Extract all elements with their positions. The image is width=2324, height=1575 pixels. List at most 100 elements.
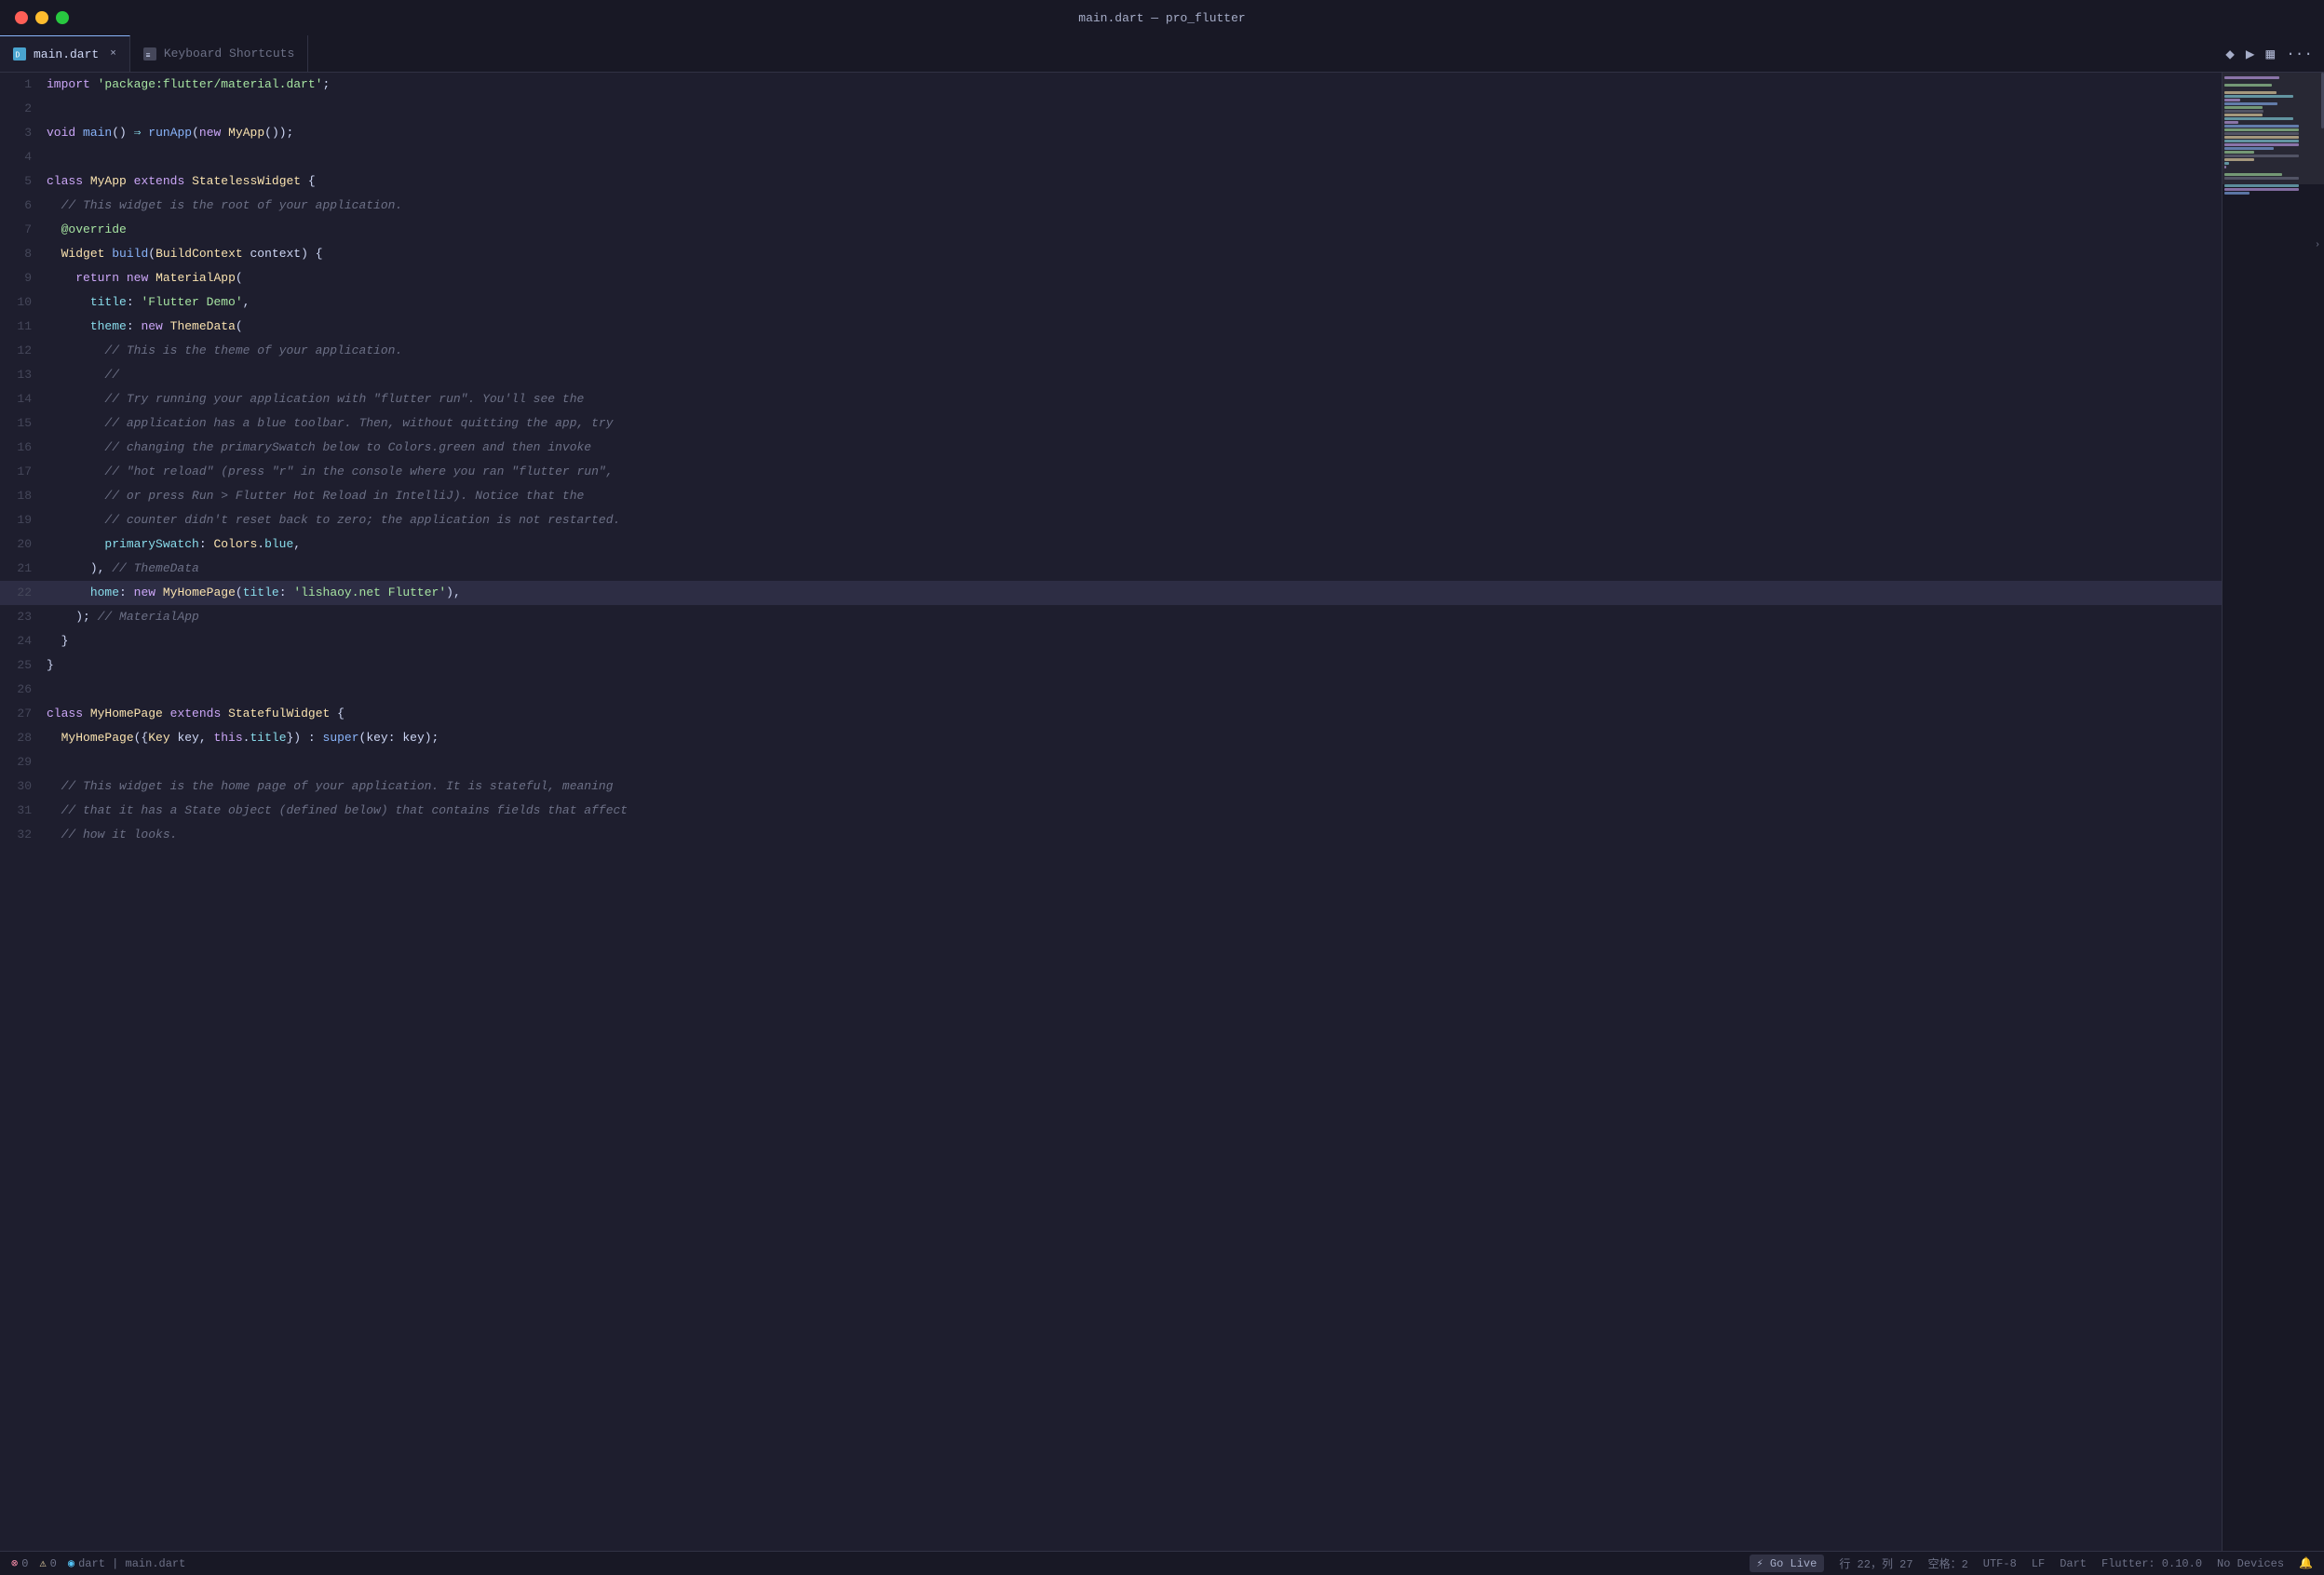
- line-content-4: [47, 145, 2203, 169]
- status-devices[interactable]: No Devices: [2217, 1557, 2284, 1570]
- line-content-31: // that it has a State object (defined b…: [47, 799, 2203, 823]
- status-branch[interactable]: ◉ dart | main.dart: [68, 1556, 185, 1570]
- code-line-1: 1import 'package:flutter/material.dart';: [0, 73, 2222, 97]
- minimap-line: [2224, 95, 2293, 98]
- code-line-19: 19 // counter didn't reset back to zero;…: [0, 508, 2222, 532]
- minimap-line: [2224, 136, 2299, 139]
- minimap-line: [2224, 99, 2240, 101]
- maximize-button[interactable]: [56, 11, 69, 24]
- code-line-21: 21 ), // ThemeData: [0, 557, 2222, 581]
- minimap-line: [2224, 102, 2277, 105]
- minimap-line: [2224, 91, 2277, 94]
- spaces-label: 空格：2: [1928, 1555, 1968, 1571]
- minimize-button[interactable]: [35, 11, 48, 24]
- tab-label-main-dart: main.dart: [34, 47, 99, 61]
- bell-icon: 🔔: [2299, 1556, 2313, 1570]
- dart-file-icon: D: [13, 47, 26, 61]
- editor-wrapper: 1import 'package:flutter/material.dart';…: [0, 73, 2324, 1551]
- line-number-9: 9: [0, 266, 47, 290]
- line-number-20: 20: [0, 532, 47, 557]
- line-number-4: 4: [0, 145, 47, 169]
- run-icon[interactable]: ▶: [2246, 45, 2255, 63]
- more-icon[interactable]: ···: [2286, 46, 2313, 62]
- line-number-23: 23: [0, 605, 47, 629]
- status-spaces[interactable]: 空格：2: [1928, 1555, 1968, 1571]
- git-icon[interactable]: ◆: [2225, 45, 2235, 63]
- title-bar: main.dart — pro_flutter: [0, 0, 2324, 35]
- minimap-line: [2224, 106, 2263, 109]
- line-number-12: 12: [0, 339, 47, 363]
- line-number-15: 15: [0, 411, 47, 436]
- line-number-13: 13: [0, 363, 47, 387]
- close-button[interactable]: [15, 11, 28, 24]
- minimap-line: [2224, 110, 2263, 113]
- encoding-label: UTF-8: [1983, 1557, 2017, 1570]
- language-label: Dart: [2060, 1557, 2087, 1570]
- status-bar: ⊗ 0 ⚠ 0 ◉ dart | main.dart ⚡ Go Live 行 2…: [0, 1551, 2324, 1575]
- status-line-ending[interactable]: LF: [2032, 1557, 2045, 1570]
- code-line-12: 12 // This is the theme of your applicat…: [0, 339, 2222, 363]
- line-content-28: MyHomePage({Key key, this.title}) : supe…: [47, 726, 2203, 750]
- line-number-24: 24: [0, 629, 47, 653]
- status-language[interactable]: Dart: [2060, 1557, 2087, 1570]
- minimap-line: [2224, 76, 2279, 79]
- line-number-18: 18: [0, 484, 47, 508]
- code-line-2: 2: [0, 97, 2222, 121]
- code-line-15: 15 // application has a blue toolbar. Th…: [0, 411, 2222, 436]
- code-line-16: 16 // changing the primarySwatch below t…: [0, 436, 2222, 460]
- dart-icon: ◉: [68, 1556, 74, 1570]
- go-live-button[interactable]: ⚡ Go Live: [1750, 1555, 1825, 1572]
- minimap-line: [2224, 132, 2299, 135]
- status-flutter-version[interactable]: Flutter: 0.10.0: [2101, 1557, 2202, 1570]
- line-content-6: // This widget is the root of your appli…: [47, 194, 2203, 218]
- minimap-line: [2224, 125, 2299, 128]
- status-bell[interactable]: 🔔: [2299, 1556, 2313, 1570]
- minimap[interactable]: ›: [2222, 73, 2324, 1551]
- code-editor[interactable]: 1import 'package:flutter/material.dart';…: [0, 73, 2222, 1551]
- code-line-30: 30 // This widget is the home page of yo…: [0, 774, 2222, 799]
- code-line-32: 32 // how it looks.: [0, 823, 2222, 847]
- code-line-14: 14 // Try running your application with …: [0, 387, 2222, 411]
- tab-label-keyboard-shortcuts: Keyboard Shortcuts: [164, 47, 294, 61]
- status-encoding[interactable]: UTF-8: [1983, 1557, 2017, 1570]
- code-line-25: 25}: [0, 653, 2222, 678]
- code-line-17: 17 // "hot reload" (press "r" in the con…: [0, 460, 2222, 484]
- tab-main-dart[interactable]: D main.dart ×: [0, 35, 130, 72]
- minimap-line: [2224, 143, 2299, 146]
- code-line-29: 29: [0, 750, 2222, 774]
- tab-close-main-dart[interactable]: ×: [110, 48, 116, 60]
- status-warnings[interactable]: ⚠ 0: [39, 1556, 56, 1570]
- line-number-11: 11: [0, 315, 47, 339]
- code-line-5: 5class MyApp extends StatelessWidget {: [0, 169, 2222, 194]
- line-content-8: Widget build(BuildContext context) {: [47, 242, 2203, 266]
- minimap-line: [2224, 184, 2299, 187]
- tab-keyboard-shortcuts[interactable]: ≡ Keyboard Shortcuts: [130, 35, 308, 72]
- code-line-11: 11 theme: new ThemeData(: [0, 315, 2222, 339]
- status-position[interactable]: 行 22，列 27: [1839, 1555, 1912, 1571]
- minimap-line: [2224, 128, 2299, 131]
- line-number-30: 30: [0, 774, 47, 799]
- minimap-line: [2224, 173, 2282, 176]
- error-count: 0: [21, 1557, 28, 1570]
- line-content-26: [47, 678, 2203, 702]
- line-ending-label: LF: [2032, 1557, 2045, 1570]
- minimap-arrow-down[interactable]: ›: [2315, 240, 2320, 250]
- code-line-28: 28 MyHomePage({Key key, this.title}) : s…: [0, 726, 2222, 750]
- window-title: main.dart — pro_flutter: [1078, 11, 1245, 25]
- branch-label: dart | main.dart: [78, 1557, 185, 1570]
- line-number-6: 6: [0, 194, 47, 218]
- minimap-line: [2224, 117, 2293, 120]
- minimap-line: [2224, 114, 2263, 116]
- layout-icon[interactable]: ▦: [2266, 45, 2276, 63]
- minimap-line: [2224, 151, 2254, 154]
- line-number-5: 5: [0, 169, 47, 194]
- line-content-25: }: [47, 653, 2203, 678]
- warning-count: 0: [50, 1557, 57, 1570]
- code-line-9: 9 return new MaterialApp(: [0, 266, 2222, 290]
- status-errors[interactable]: ⊗ 0: [11, 1556, 28, 1570]
- code-line-6: 6 // This widget is the root of your app…: [0, 194, 2222, 218]
- minimap-line: [2224, 177, 2299, 180]
- line-number-16: 16: [0, 436, 47, 460]
- devices-label: No Devices: [2217, 1557, 2284, 1570]
- code-line-8: 8 Widget build(BuildContext context) {: [0, 242, 2222, 266]
